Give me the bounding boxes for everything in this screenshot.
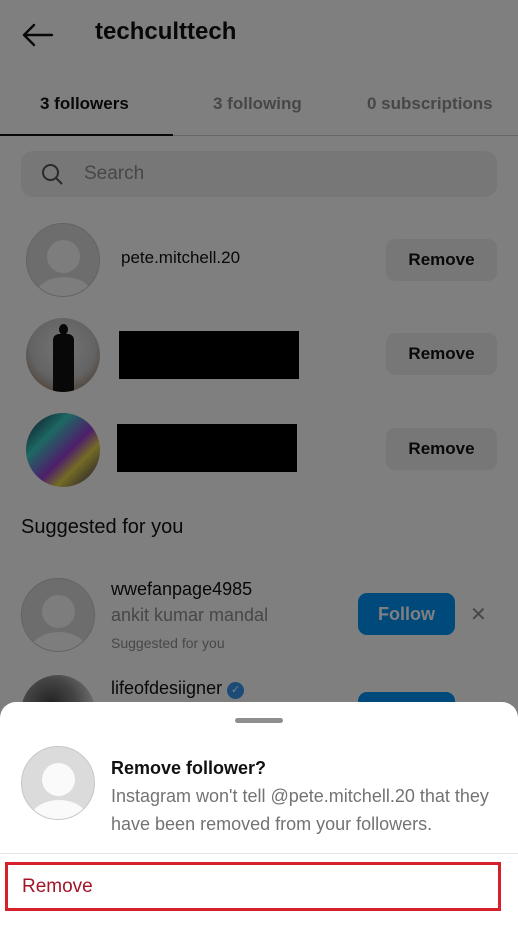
sheet-description: Instagram won't tell @pete.mitchell.20 t… <box>111 786 489 834</box>
avatar-head-shape <box>42 763 75 796</box>
divider <box>0 853 518 854</box>
avatar <box>21 746 95 820</box>
sheet-title: Remove follower? <box>111 758 267 778</box>
remove-follower-sheet: Remove follower? Instagram won't tell @p… <box>0 702 518 933</box>
followers-page: techculttech 3 followers 3 following 0 s… <box>0 0 518 933</box>
avatar-body-shape <box>30 800 88 819</box>
confirm-remove-button[interactable]: Remove <box>5 862 501 911</box>
drag-handle[interactable] <box>235 718 283 723</box>
